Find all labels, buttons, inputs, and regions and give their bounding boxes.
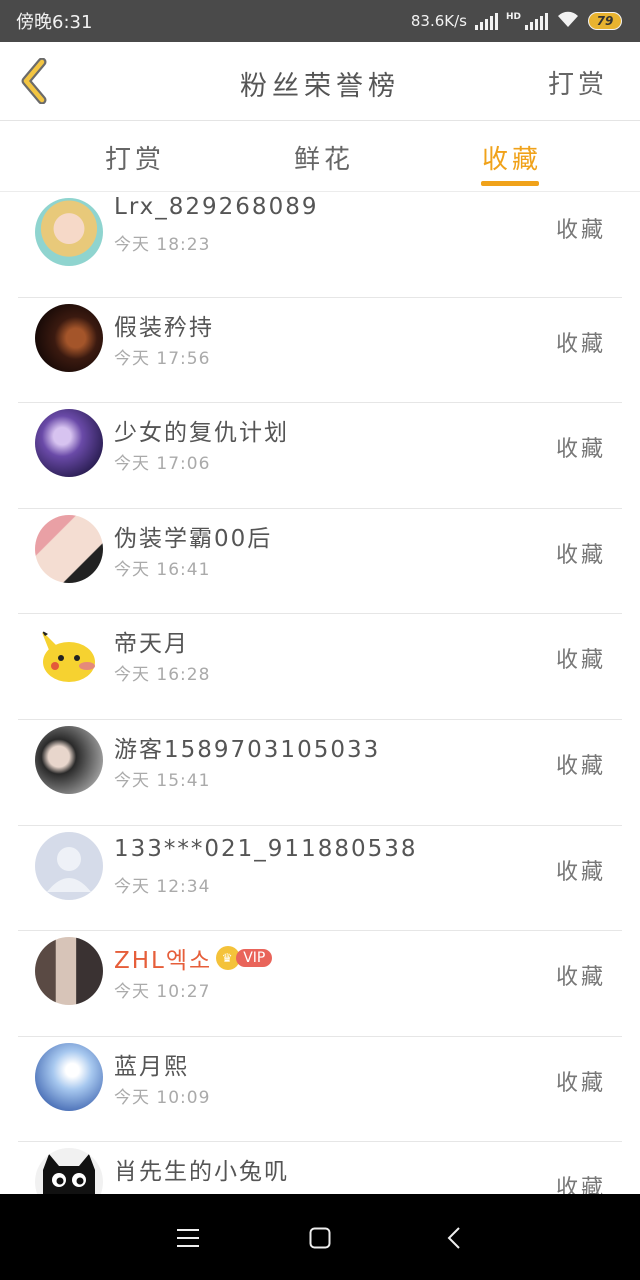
status-icons: 83.6K/s HD 79 [411,10,622,33]
list-item[interactable]: 帝天月 今天 16:28 收藏 [18,614,622,720]
list-item[interactable]: 伪装学霸00后 今天 16:41 收藏 [18,509,622,615]
status-time: 傍晚6:31 [16,12,93,33]
back-triangle-icon [447,1227,460,1249]
timestamp: 今天 16:41 [114,559,211,580]
list-item[interactable]: 蓝月熙 今天 10:09 收藏 [18,1037,622,1143]
list-item[interactable]: Lrx_829268089 今天 18:23 收藏 [18,192,622,298]
action-label: 收藏 [555,331,606,357]
signal-icon-2 [525,12,548,30]
avatar[interactable] [35,937,103,1006]
action-label: 收藏 [555,437,606,463]
status-bar: 傍晚6:31 83.6K/s HD 79 [0,0,640,42]
timestamp: 今天 18:23 [114,235,211,255]
action-label: 收藏 [555,1070,606,1096]
home-square-icon [309,1227,331,1249]
black-cat-icon [43,1154,95,1194]
home-button[interactable] [300,1218,340,1258]
user-name: Lrx_829268089 [114,194,319,220]
network-speed: 83.6K/s [410,12,467,30]
avatar[interactable] [35,303,103,372]
avatar[interactable] [35,198,103,266]
hd-label: HD [505,11,521,22]
timestamp: 今天 15:41 [114,770,211,791]
timestamp: 今天 12:34 [114,876,211,897]
menu-icon [177,1229,199,1247]
tab-favorites[interactable]: 收藏 [482,139,542,176]
avatar[interactable] [35,514,103,583]
user-name: 133***021_911880538 [114,835,418,862]
menu-button[interactable] [168,1218,208,1258]
wifi-icon [556,10,580,33]
page-title: 粉丝荣誉榜 [240,71,400,102]
timestamp: 今天 16:28 [114,665,211,686]
user-name-text: ZHL엑소 [114,948,213,975]
action-label: 收藏 [555,648,606,674]
system-nav-bar [0,1194,640,1280]
system-back-button[interactable] [434,1218,474,1258]
list-item[interactable]: 肖先生的小兔叽 收藏 [18,1142,622,1194]
avatar[interactable] [35,1042,103,1111]
signal-icon [474,12,498,30]
timestamp: 今天 17:06 [114,454,211,475]
fans-list[interactable]: Lrx_829268089 今天 18:23 收藏 假装矜持 今天 17:56 … [0,192,640,1194]
timestamp: 今天 10:09 [114,1087,211,1108]
pikachu-icon [41,630,95,683]
user-name: 蓝月熙 [114,1053,189,1080]
reward-button[interactable]: 打赏 [548,64,608,101]
user-name: ZHL엑소 ♛ VIP [114,941,273,975]
action-label: 收藏 [555,859,606,885]
action-label: 收藏 [555,218,606,243]
timestamp: 今天 10:27 [114,982,211,1003]
tab-bar: 打赏 鲜花 收藏 [0,121,640,192]
list-item[interactable]: 假装矜持 今天 17:56 收藏 [18,298,622,404]
list-item[interactable]: 133***021_911880538 今天 12:34 收藏 [18,826,622,932]
vip-badge: VIP [236,949,273,968]
list-item[interactable]: ZHL엑소 ♛ VIP 今天 10:27 收藏 [18,931,622,1037]
action-label: 收藏 [555,542,606,568]
top-nav-bar: 粉丝荣誉榜 打赏 [0,42,640,121]
user-name: 假装矜持 [114,314,214,341]
default-avatar-icon [47,846,91,892]
list-item[interactable]: 少女的复仇计划 今天 17:06 收藏 [18,403,622,509]
timestamp: 今天 17:56 [114,348,211,369]
user-name: 肖先生的小兔叽 [114,1159,289,1186]
action-label: 收藏 [555,965,606,991]
avatar[interactable] [35,831,103,900]
tab-flowers[interactable]: 鲜花 [294,139,354,176]
avatar[interactable] [35,620,103,689]
user-name: 帝天月 [114,631,189,658]
user-name: 少女的复仇计划 [114,420,289,447]
user-name: 游客1589703105033 [114,736,381,763]
action-label: 收藏 [555,1176,606,1194]
avatar[interactable] [35,409,103,478]
user-name: 伪装学霸00后 [114,525,273,552]
tab-reward[interactable]: 打赏 [105,139,165,176]
action-label: 收藏 [555,753,606,779]
active-tab-indicator [481,181,539,186]
avatar[interactable] [35,1148,103,1194]
list-item[interactable]: 游客1589703105033 今天 15:41 收藏 [18,720,622,826]
avatar[interactable] [35,725,103,794]
battery-icon: 79 [588,12,622,30]
